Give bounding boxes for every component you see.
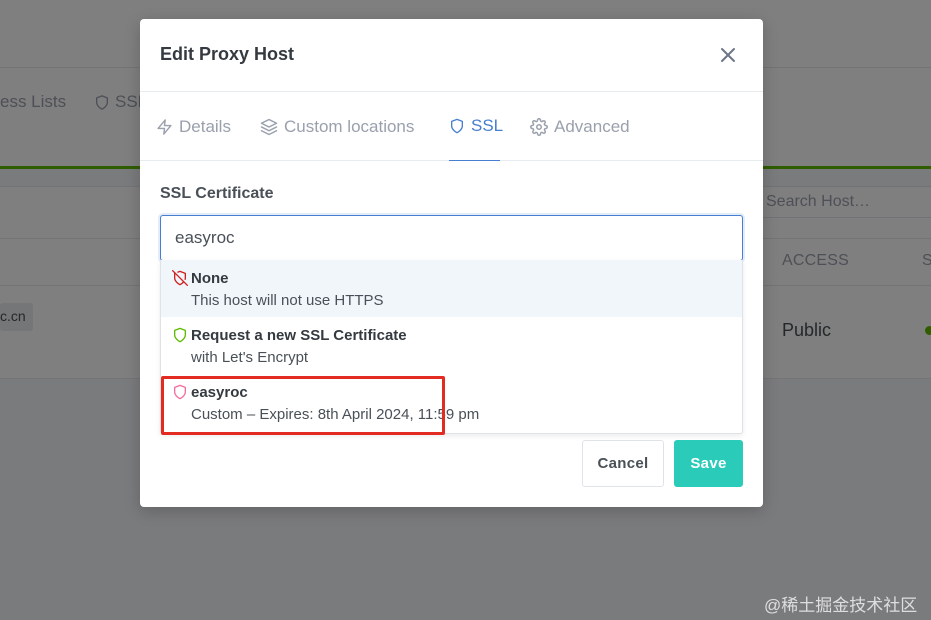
tab-details-label: Details bbox=[179, 116, 231, 136]
ssl-option-title: Request a new SSL Certificate bbox=[191, 327, 407, 344]
ssl-option-subtitle: with Let's Encrypt bbox=[191, 349, 309, 366]
tab-ssl[interactable]: SSL bbox=[449, 92, 504, 161]
watermark: @稀土掘金技术社区 bbox=[764, 596, 918, 615]
bolt-icon bbox=[157, 118, 172, 135]
ssl-option-title: easyroc bbox=[191, 384, 248, 401]
ssl-certificate-dropdown: None This host will not use HTTPS Reques… bbox=[160, 260, 743, 434]
gear-icon bbox=[530, 117, 548, 136]
modal-tabs: Details Custom locations SSL Advanced bbox=[140, 92, 763, 161]
shield-icon bbox=[174, 327, 186, 343]
ssl-option-easyroc[interactable]: easyroc Custom – Expires: 8th April 2024… bbox=[161, 374, 742, 431]
modal-title: Edit Proxy Host bbox=[160, 44, 295, 64]
ssl-certificate-label: SSL Certificate bbox=[160, 185, 274, 202]
close-button[interactable] bbox=[715, 42, 741, 68]
ssl-option-subtitle: This host will not use HTTPS bbox=[191, 292, 384, 309]
tab-advanced-label: Advanced bbox=[554, 116, 630, 136]
tab-advanced[interactable]: Advanced bbox=[530, 92, 630, 161]
edit-proxy-host-modal: Edit Proxy Host Details Custom locations… bbox=[140, 19, 763, 507]
tab-custom-locations[interactable]: Custom locations bbox=[260, 92, 414, 161]
ssl-option-request-new[interactable]: Request a new SSL Certificate with Let's… bbox=[161, 317, 742, 374]
tab-ssl-label: SSL bbox=[471, 116, 504, 135]
save-button[interactable]: Save bbox=[674, 440, 743, 487]
shield-icon bbox=[451, 118, 463, 134]
ssl-option-none[interactable]: None This host will not use HTTPS bbox=[161, 260, 742, 317]
close-icon bbox=[721, 48, 735, 62]
layers-icon bbox=[260, 118, 278, 135]
ssl-option-subtitle: Custom – Expires: 8th April 2024, 11:59 … bbox=[191, 406, 480, 423]
tab-custom-locations-label: Custom locations bbox=[284, 116, 415, 136]
tab-details[interactable]: Details bbox=[156, 92, 231, 161]
ssl-certificate-input[interactable] bbox=[160, 215, 743, 261]
cancel-button[interactable]: Cancel bbox=[582, 440, 664, 487]
ssl-option-title: None bbox=[191, 270, 229, 287]
shield-off-icon bbox=[172, 270, 188, 286]
shield-icon bbox=[174, 384, 186, 400]
modal-header: Edit Proxy Host bbox=[140, 19, 763, 92]
